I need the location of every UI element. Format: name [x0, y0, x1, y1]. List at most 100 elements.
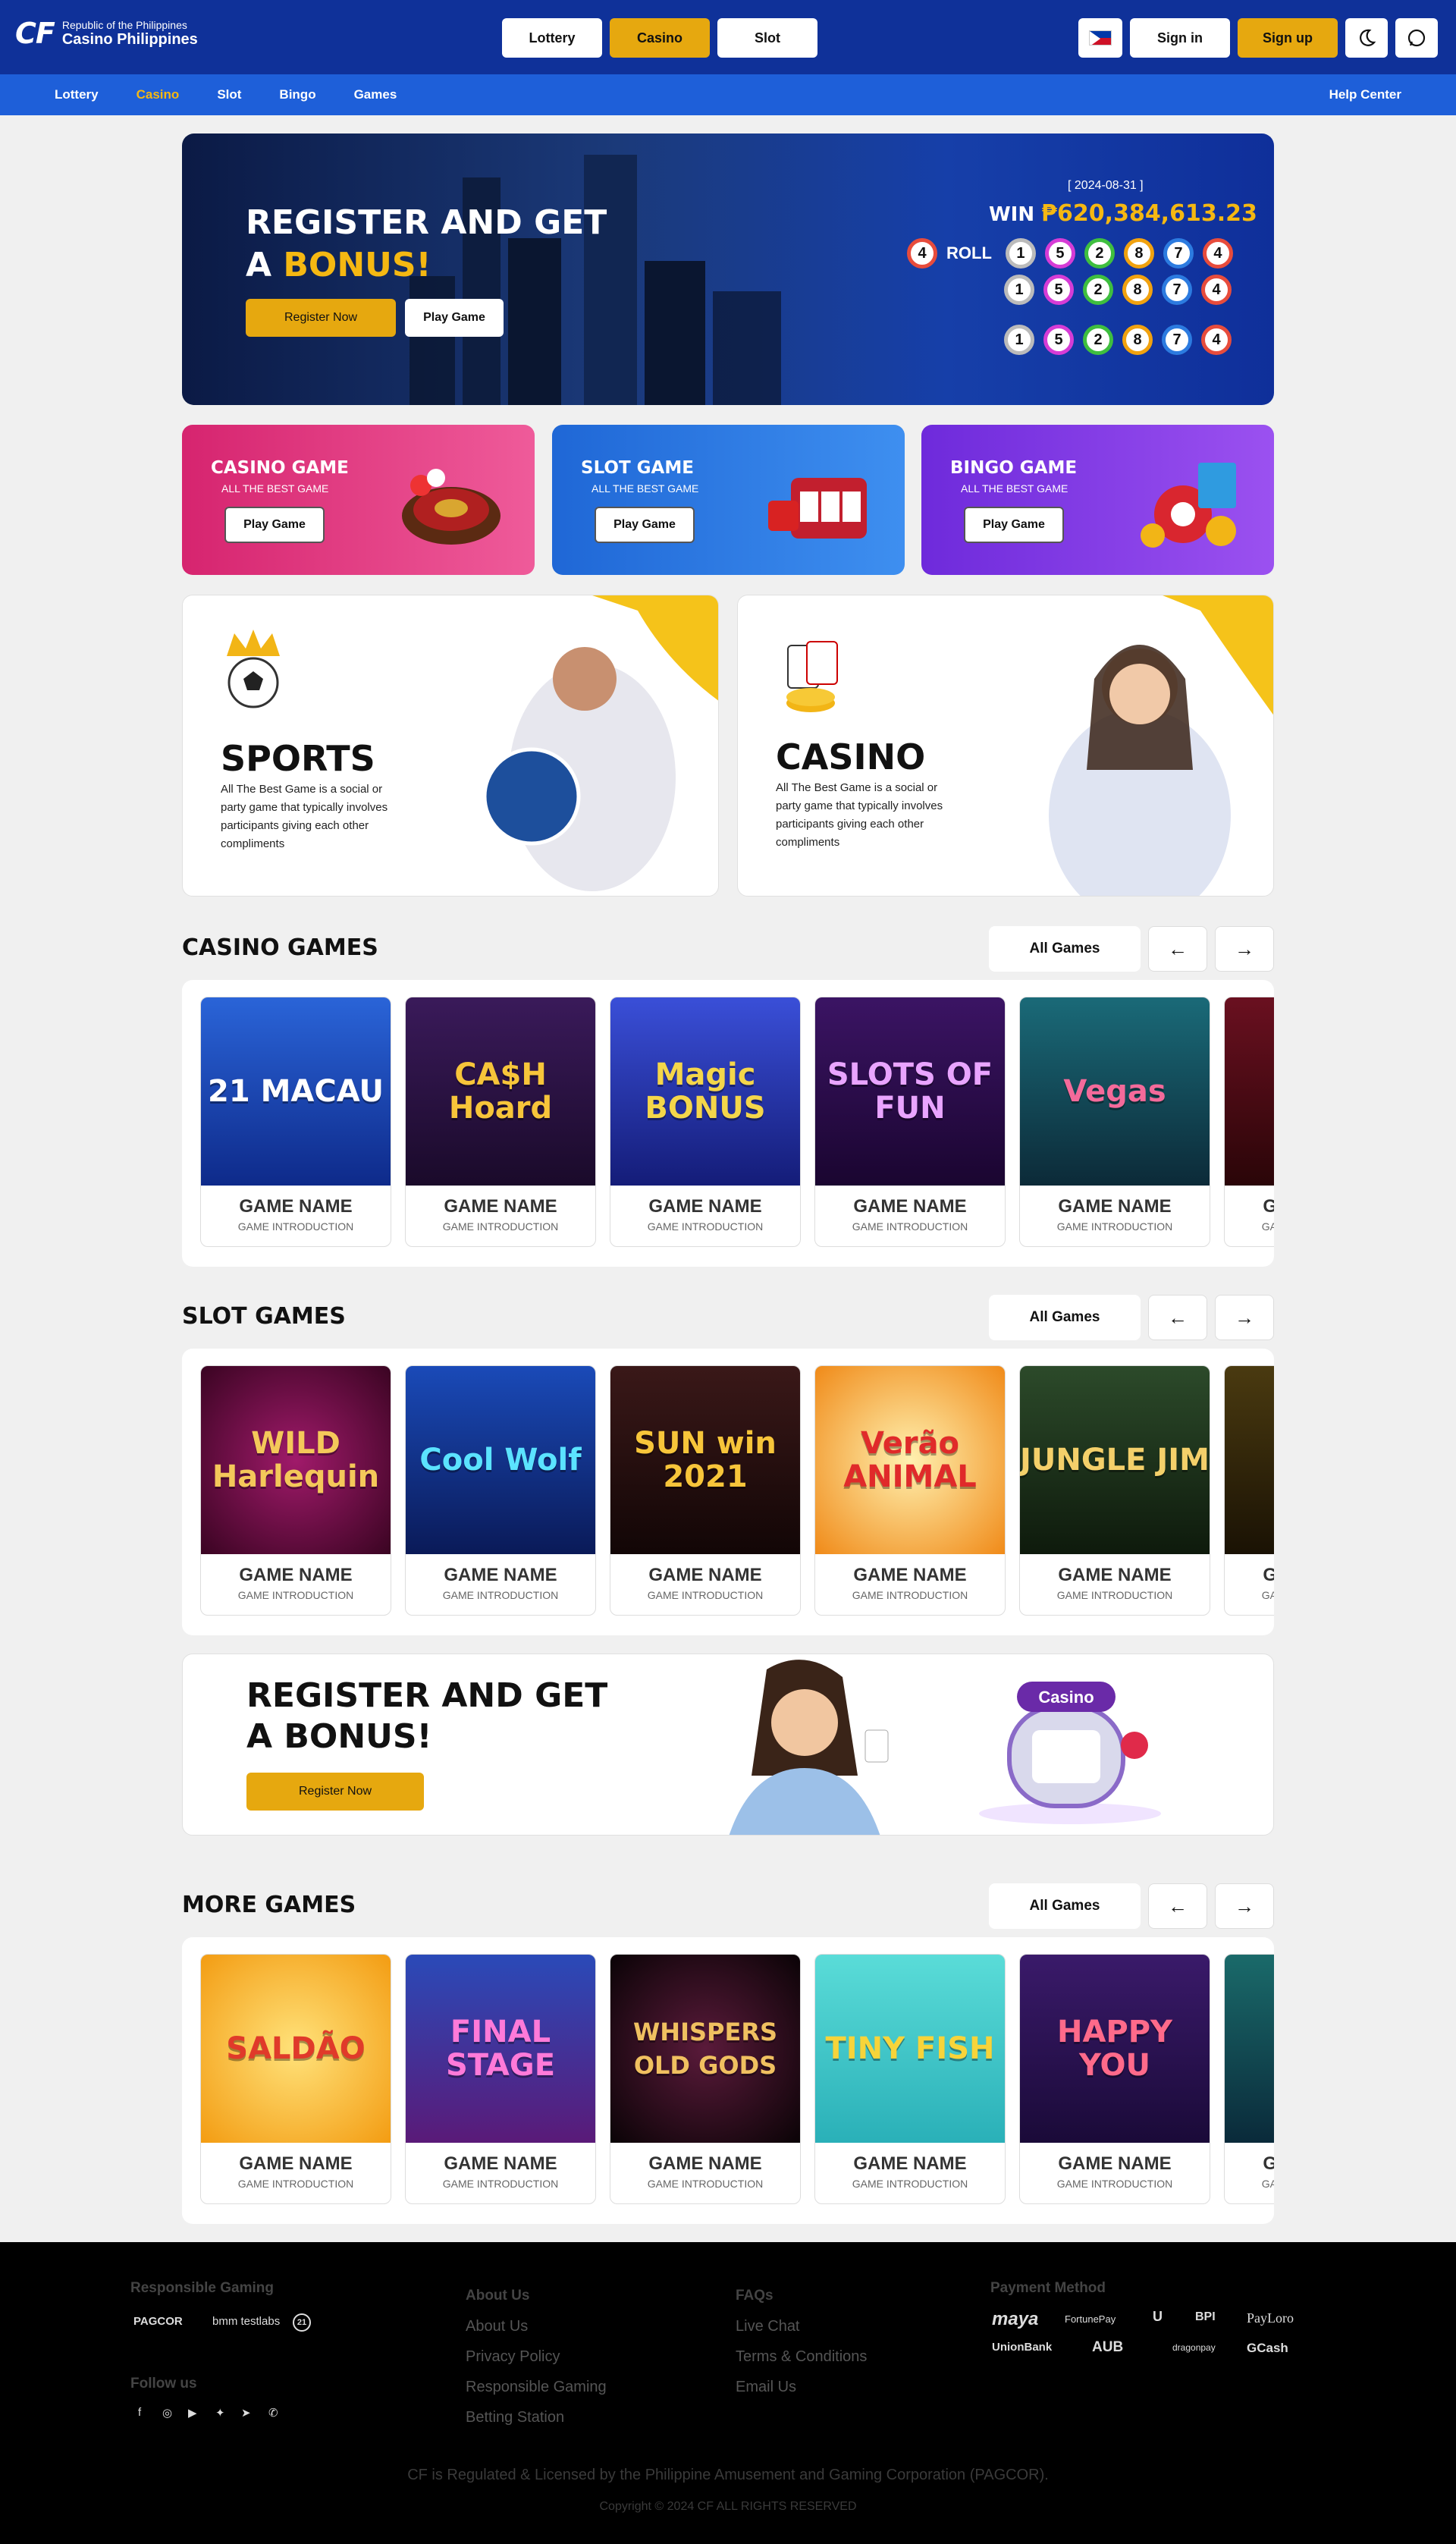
bingo-category-card[interactable]: BINGO GAME ALL THE BEST GAME Play Game — [921, 425, 1274, 575]
tab-slot[interactable]: Slot — [717, 18, 817, 58]
game-card[interactable]: CA$H Hoard GAME NAME GAME INTRODUCTION — [405, 997, 596, 1247]
casino-play-button[interactable]: Play Game — [224, 507, 325, 543]
roll-row: 4 ROLL 1 5 2 8 7 4 — [907, 238, 1233, 269]
hero-play-button[interactable]: Play Game — [405, 299, 504, 337]
pagcor-logo: PAGCOR — [133, 2315, 183, 2328]
sign-in-button[interactable]: Sign in — [1130, 18, 1230, 58]
game-card[interactable]: GAME NAMEGAME INTRODUCTION — [1224, 1365, 1274, 1616]
game-card[interactable]: WHISPERS OLD GODS GAME NAME GAME INTRODUCT… — [610, 1954, 801, 2204]
youtube-icon[interactable]: ▶ — [188, 2406, 197, 2420]
slot-games-title: SLOT GAMES — [182, 1303, 346, 1330]
game-card[interactable]: Magic BONUS GAME NAME GAME INTRODUCTION — [610, 997, 801, 1247]
banner-register-button[interactable]: Register Now — [246, 1773, 424, 1811]
chat-button[interactable] — [1395, 18, 1438, 58]
sports-feature-card[interactable]: SPORTS All The Best Game is a social or … — [182, 595, 719, 897]
footer-link-email[interactable]: Email Us — [736, 2379, 796, 2396]
slot-play-button[interactable]: Play Game — [595, 507, 695, 543]
game-card[interactable]: Cool Wolf GAME NAME GAME INTRODUCTION — [405, 1365, 596, 1616]
casino-games-title: CASINO GAMES — [182, 934, 378, 961]
casino-prev-button[interactable]: ← — [1148, 926, 1207, 972]
more-next-button[interactable]: → — [1215, 1883, 1274, 1929]
casino-category-card[interactable]: CASINO GAME ALL THE BEST GAME Play Game — [182, 425, 535, 575]
more-games-title: MORE GAMES — [182, 1892, 356, 1918]
whatsapp-icon[interactable]: ✆ — [268, 2406, 278, 2420]
sports-description: All The Best Game is a social or party g… — [221, 783, 388, 850]
gcash-logo: GCash — [1247, 2341, 1288, 2355]
footer-link-terms[interactable]: Terms & Conditions — [736, 2348, 867, 2366]
subnav-casino[interactable]: Casino — [136, 87, 180, 102]
subnav-slot[interactable]: Slot — [217, 87, 241, 102]
game-thumbnail: TINY FISH — [815, 1955, 1005, 2143]
game-thumbnail: WILD Harlequin — [201, 1366, 391, 1554]
tab-casino[interactable]: Casino — [610, 18, 710, 58]
tab-lottery[interactable]: Lottery — [502, 18, 602, 58]
game-card[interactable]: SALDÃO GAME NAME GAME INTRODUCTION — [200, 1954, 391, 2204]
faqs-heading: FAQs — [736, 2288, 774, 2304]
top-tabs: Lottery Casino Slot — [502, 18, 817, 58]
dragonpay-logo: dragonpay — [1172, 2342, 1216, 2353]
subnav-lottery[interactable]: Lottery — [55, 87, 99, 102]
footer-link-responsible-gaming[interactable]: Responsible Gaming — [466, 2379, 607, 2396]
slot-category-card[interactable]: SLOT GAME ALL THE BEST GAME Play Game — [552, 425, 905, 575]
theme-toggle-button[interactable] — [1345, 18, 1388, 58]
casino-all-games-button[interactable]: All Games — [989, 926, 1141, 972]
footer-link-about[interactable]: About Us — [466, 2318, 528, 2335]
roll-label: ROLL — [946, 243, 992, 262]
casino-next-button[interactable]: → — [1215, 926, 1274, 972]
slot-machine-icon — [768, 478, 867, 539]
game-card[interactable]: FINAL STAGE GAME NAME GAME INTRODUCTION — [405, 1954, 596, 2204]
arrow-left-icon: ← — [1168, 937, 1188, 960]
lottery-ball: 7 — [1162, 325, 1192, 355]
casino-games-carousel: 21 MACAU GAME NAME GAME INTRODUCTION CA$H … — [182, 980, 1274, 1267]
bingo-play-button[interactable]: Play Game — [964, 507, 1064, 543]
game-card[interactable]: HAPPY YOU GAME NAME GAME INTRODUCTION — [1019, 1954, 1210, 2204]
footer-link-live-chat[interactable]: Live Chat — [736, 2318, 800, 2335]
game-card[interactable]: GAME NAMEGAME INTRODUCTION — [1224, 997, 1274, 1247]
game-thumbnail: SLOTS OF FUN — [815, 997, 1005, 1186]
sign-up-button[interactable]: Sign up — [1238, 18, 1338, 58]
draw-date: [ 2024-08-31 ] — [1068, 179, 1144, 192]
game-card[interactable]: SUN win 2021 GAME NAME GAME INTRODUCTION — [610, 1365, 801, 1616]
more-all-games-button[interactable]: All Games — [989, 1883, 1141, 1929]
hero-register-button[interactable]: Register Now — [246, 299, 396, 337]
lottery-ball: 5 — [1043, 275, 1074, 305]
lottery-ball: 4 — [1202, 238, 1233, 269]
lottery-ball: 8 — [1122, 275, 1153, 305]
slot-next-button[interactable]: → — [1215, 1295, 1274, 1340]
game-card[interactable]: 21 MACAU GAME NAME GAME INTRODUCTION — [200, 997, 391, 1247]
more-prev-button[interactable]: ← — [1148, 1883, 1207, 1929]
slot-prev-button[interactable]: ← — [1148, 1295, 1207, 1340]
subnav-games[interactable]: Games — [354, 87, 397, 102]
lottery-ball: 5 — [1043, 325, 1074, 355]
telegram-icon[interactable]: ➤ — [241, 2406, 251, 2420]
help-center-link[interactable]: Help Center — [1329, 87, 1401, 102]
game-card[interactable]: WILD Harlequin GAME NAME GAME INTRODUCTION — [200, 1365, 391, 1616]
game-thumbnail: SUN win 2021 — [610, 1366, 800, 1554]
footer-link-betting-station[interactable]: Betting Station — [466, 2409, 564, 2426]
site-logo[interactable]: CF Republic of the Philippines Casino Ph… — [15, 17, 198, 50]
game-card[interactable]: SLOTS OF FUN GAME NAME GAME INTRODUCTION — [814, 997, 1006, 1247]
cards-and-chips-icon — [786, 641, 838, 712]
game-thumbnail — [1225, 997, 1274, 1186]
game-card[interactable]: GAME NAMEGAME INTRODUCTION — [1224, 1954, 1274, 2204]
facebook-icon[interactable]: f — [138, 2406, 141, 2419]
footer-link-privacy[interactable]: Privacy Policy — [466, 2348, 560, 2366]
logo-subtitle: Republic of the Philippines — [61, 18, 187, 31]
hero-banner: REGISTER AND GET A BONUS! Register Now P… — [182, 133, 1274, 405]
language-button[interactable] — [1078, 18, 1122, 58]
game-card[interactable]: Vegas GAME NAME GAME INTRODUCTION — [1019, 997, 1210, 1247]
game-card[interactable]: Verão ANIMAL GAME NAME GAME INTRODUCTION — [814, 1365, 1006, 1616]
instagram-icon[interactable]: ◎ — [162, 2406, 172, 2420]
casino-feature-card[interactable]: CASINO All The Best Game is a social or … — [737, 595, 1274, 897]
twitter-icon[interactable]: ✦ — [215, 2406, 225, 2420]
logo-mark: CF — [15, 17, 55, 50]
game-card[interactable]: JUNGLE JIM GAME NAME GAME INTRODUCTION — [1019, 1365, 1210, 1616]
bmm-testlabs-logo: bmm testlabs — [212, 2315, 281, 2328]
logo-title: Casino Philippines — [61, 30, 198, 48]
sub-navigation: Lottery Casino Slot Bingo Games Help Cen… — [0, 74, 1456, 115]
casino-sign-text: Casino — [1038, 1688, 1094, 1707]
slot-all-games-button[interactable]: All Games — [989, 1295, 1141, 1340]
subnav-bingo[interactable]: Bingo — [279, 87, 315, 102]
lottery-ball: 2 — [1083, 275, 1113, 305]
game-card[interactable]: TINY FISH GAME NAME GAME INTRODUCTION — [814, 1954, 1006, 2204]
